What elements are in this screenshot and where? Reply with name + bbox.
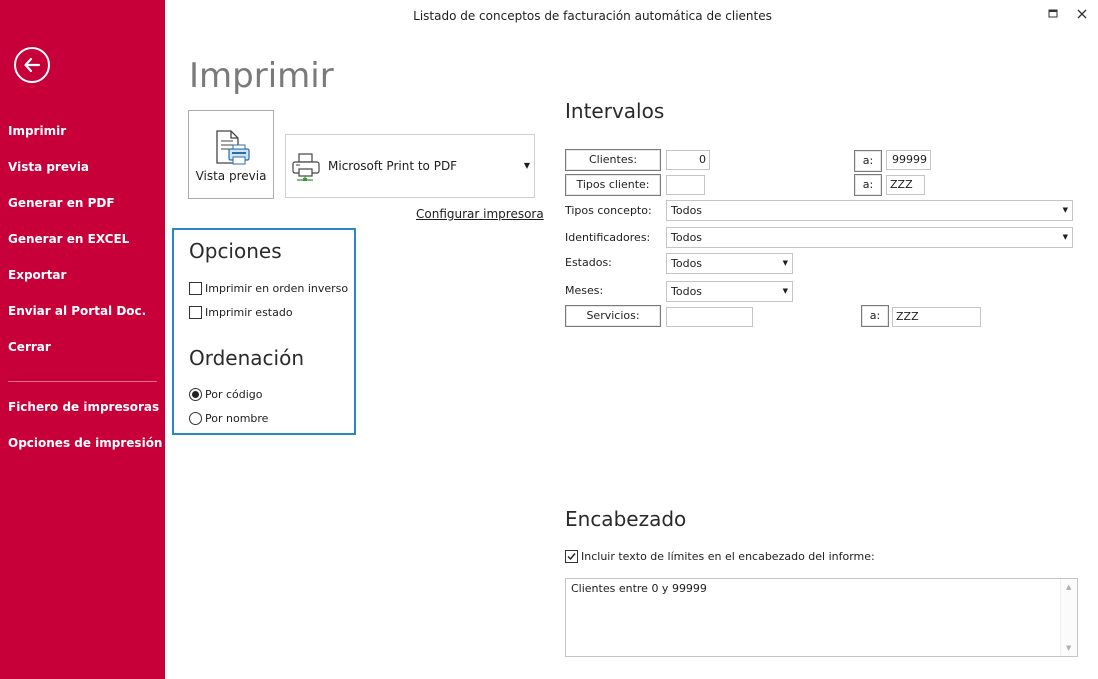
tipos-concepto-select[interactable]: Todos ▼ [666,200,1073,221]
checkmark-icon [567,553,576,561]
print-state-checkbox[interactable] [189,306,202,319]
clientes-to-input[interactable]: 99999 [886,150,931,170]
meses-label: Meses: [565,284,604,297]
estados-select[interactable]: Todos ▼ [666,253,793,274]
sidebar-item-exportar[interactable]: Exportar [8,268,66,282]
header-text: Clientes entre 0 y 99999 [571,582,707,595]
identificadores-select[interactable]: Todos ▼ [666,227,1073,248]
clientes-from-input[interactable]: 0 [666,150,710,170]
tipos-cliente-button[interactable]: Tipos cliente: [565,174,661,196]
sidebar: Imprimir Vista previa Generar en PDF Gen… [0,0,165,679]
header-text-area[interactable]: Clientes entre 0 y 99999 ▲ ▼ [565,578,1078,657]
meses-value: Todos [671,285,703,298]
window-title: Listado de conceptos de facturación auto… [413,9,772,23]
chevron-down-icon: ▼ [782,259,788,267]
chevron-down-icon: ▼ [1062,233,1068,241]
meses-select[interactable]: Todos ▼ [666,281,793,302]
configure-printer-link[interactable]: Configurar impresora [416,207,544,221]
servicios-from-input[interactable] [666,307,753,327]
chevron-down-icon: ▼ [782,287,788,295]
estados-value: Todos [671,257,703,270]
servicios-to-button[interactable]: a: [861,305,889,327]
scroll-up-icon[interactable]: ▲ [1066,583,1071,591]
reverse-order-label: Imprimir en orden inverso [205,282,349,295]
intervals-title: Intervalos [565,99,665,123]
sidebar-item-fichero-impresoras[interactable]: Fichero de impresoras [8,400,159,414]
order-by-name-label: Por nombre [205,412,269,425]
tipos-cliente-to-button[interactable]: a: [854,174,882,196]
ordering-title: Ordenación [189,346,305,370]
preview-button-label: Vista previa [195,169,267,183]
include-limits-label: Incluir texto de límites en el encabezad… [581,550,875,563]
print-preview-icon [216,130,250,165]
identificadores-label: Identificadores: [565,231,651,244]
clientes-button[interactable]: Clientes: [565,149,661,171]
maximize-button[interactable] [1045,6,1061,22]
tipos-concepto-value: Todos [671,204,703,217]
vertical-scrollbar[interactable]: ▲ ▼ [1060,579,1077,656]
maximize-icon [1048,9,1058,18]
chevron-down-icon: ▼ [523,161,530,170]
servicios-to-input[interactable]: ZZZ [892,307,981,327]
sidebar-item-opciones-impresion[interactable]: Opciones de impresión [8,436,162,450]
back-button[interactable] [14,47,50,83]
order-by-code-label: Por código [205,388,263,401]
tipos-cliente-to-input[interactable]: ZZZ [886,175,925,195]
sidebar-item-enviar-portal[interactable]: Enviar al Portal Doc. [8,304,146,318]
sidebar-item-generar-pdf[interactable]: Generar en PDF [8,196,115,210]
page-title: Imprimir [189,56,334,96]
chevron-down-icon: ▼ [1062,206,1068,214]
header-title: Encabezado [565,507,687,531]
printer-icon [292,153,320,181]
estados-label: Estados: [565,256,612,269]
preview-button[interactable]: Vista previa [188,110,274,199]
include-limits-checkbox[interactable] [565,550,578,563]
order-by-code-radio[interactable] [189,388,202,401]
sidebar-item-imprimir[interactable]: Imprimir [8,124,66,138]
sidebar-divider [8,381,157,382]
scroll-down-icon[interactable]: ▼ [1066,644,1071,652]
reverse-order-checkbox[interactable] [189,282,202,295]
printer-dropdown[interactable]: Microsoft Print to PDF ▼ [285,134,535,198]
print-state-label: Imprimir estado [205,306,293,319]
tipos-concepto-label: Tipos concepto: [565,204,652,217]
identificadores-value: Todos [671,231,703,244]
options-title: Opciones [189,239,282,263]
close-icon [1077,9,1087,19]
tipos-cliente-from-input[interactable] [666,175,705,195]
servicios-button[interactable]: Servicios: [565,305,661,327]
close-button[interactable] [1074,6,1090,22]
clientes-to-button[interactable]: a: [854,150,882,172]
order-by-name-radio[interactable] [189,412,202,425]
arrow-left-icon [24,57,41,73]
sidebar-item-generar-excel[interactable]: Generar en EXCEL [8,232,129,246]
sidebar-item-vista-previa[interactable]: Vista previa [8,160,89,174]
printer-name: Microsoft Print to PDF [328,159,458,173]
sidebar-item-cerrar[interactable]: Cerrar [8,340,51,354]
